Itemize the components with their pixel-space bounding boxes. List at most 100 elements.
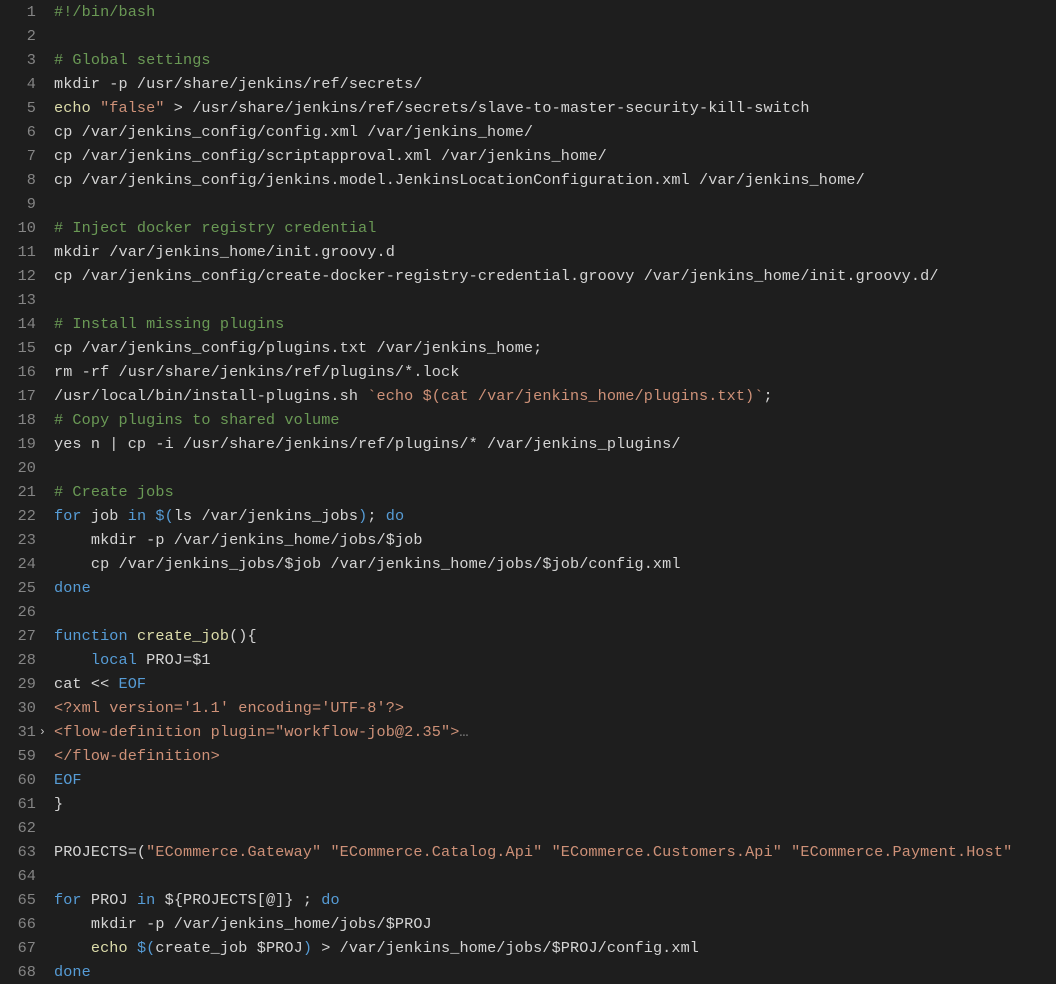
code-line[interactable]: echo $(create_job $PROJ) > /var/jenkins_… xyxy=(54,936,1056,960)
code-token: for xyxy=(54,891,82,909)
line-number: 3 xyxy=(0,48,36,72)
code-token: cp /var/jenkins_config/scriptapproval.xm… xyxy=(54,147,607,165)
line-number: 24 xyxy=(0,552,36,576)
code-line[interactable]: # Copy plugins to shared volume xyxy=(54,408,1056,432)
code-token: #!/bin/bash xyxy=(54,3,155,21)
code-line[interactable]: mkdir -p /var/jenkins_home/jobs/$PROJ xyxy=(54,912,1056,936)
code-token: # Create jobs xyxy=(54,483,174,501)
code-token: echo xyxy=(54,99,91,117)
code-line[interactable] xyxy=(54,288,1056,312)
code-line[interactable]: #!/bin/bash xyxy=(54,0,1056,24)
code-token: cp /var/jenkins_config/create-docker-reg… xyxy=(54,267,939,285)
code-token: (){ xyxy=(229,627,257,645)
code-line[interactable] xyxy=(54,816,1056,840)
line-number: 23 xyxy=(0,528,36,552)
line-number: 65 xyxy=(0,888,36,912)
code-line[interactable]: EOF xyxy=(54,768,1056,792)
line-number: 4 xyxy=(0,72,36,96)
fold-arrow-icon[interactable]: › xyxy=(39,720,46,744)
line-number: 9 xyxy=(0,192,36,216)
line-number: 26 xyxy=(0,600,36,624)
code-line[interactable]: mkdir -p /usr/share/jenkins/ref/secrets/ xyxy=(54,72,1056,96)
code-line[interactable]: done xyxy=(54,576,1056,600)
code-token: # Install missing plugins xyxy=(54,315,284,333)
code-token: cat << xyxy=(54,675,119,693)
code-area[interactable]: #!/bin/bash # Global settings mkdir -p /us… xyxy=(44,0,1056,984)
code-line[interactable]: for PROJ in ${PROJECTS[@]} ; do xyxy=(54,888,1056,912)
code-token: mkdir -p /var/jenkins_home/jobs/$PROJ xyxy=(54,915,432,933)
code-line[interactable]: /usr/local/bin/install-plugins.sh `echo … xyxy=(54,384,1056,408)
line-number: 30 xyxy=(0,696,36,720)
code-line[interactable] xyxy=(54,864,1056,888)
line-number: 18 xyxy=(0,408,36,432)
code-line[interactable]: # Install missing plugins xyxy=(54,312,1056,336)
code-line[interactable]: cp /var/jenkins_jobs/$job /var/jenkins_h… xyxy=(54,552,1056,576)
code-line[interactable]: # Global settings xyxy=(54,48,1056,72)
code-line[interactable]: cp /var/jenkins_config/scriptapproval.xm… xyxy=(54,144,1056,168)
code-line[interactable]: cp /var/jenkins_config/plugins.txt /var/… xyxy=(54,336,1056,360)
code-token: do xyxy=(321,891,339,909)
code-token: # Global settings xyxy=(54,51,211,69)
line-number: 68 xyxy=(0,960,36,984)
line-number: 21 xyxy=(0,480,36,504)
code-token: > /usr/share/jenkins/ref/secrets/slave-t… xyxy=(165,99,810,117)
code-token xyxy=(91,99,100,117)
code-token: rm -rf /usr/share/jenkins/ref/plugins/*.… xyxy=(54,363,459,381)
code-token: /usr/local/bin/install-plugins.sh xyxy=(54,387,367,405)
code-token xyxy=(54,651,91,669)
code-line[interactable]: # Create jobs xyxy=(54,480,1056,504)
code-line[interactable]: cp /var/jenkins_config/jenkins.model.Jen… xyxy=(54,168,1056,192)
code-token: EOF xyxy=(119,675,147,693)
code-token: "ECommerce.Payment.Host" xyxy=(791,843,1012,861)
line-number: 61 xyxy=(0,792,36,816)
code-token: # Inject docker registry credential xyxy=(54,219,377,237)
code-line[interactable]: for job in $(ls /var/jenkins_jobs); do xyxy=(54,504,1056,528)
line-number: 31 xyxy=(0,720,36,744)
code-token: create_job $PROJ xyxy=(155,939,302,957)
code-token: do xyxy=(386,507,404,525)
code-token: create_job xyxy=(137,627,229,645)
code-line[interactable]: done xyxy=(54,960,1056,984)
code-token: mkdir -p /usr/share/jenkins/ref/secrets/ xyxy=(54,75,423,93)
code-line[interactable] xyxy=(54,600,1056,624)
code-token: for xyxy=(54,507,82,525)
code-line[interactable] xyxy=(54,456,1056,480)
line-number: 63 xyxy=(0,840,36,864)
code-line[interactable]: mkdir /var/jenkins_home/init.groovy.d xyxy=(54,240,1056,264)
code-line[interactable]: rm -rf /usr/share/jenkins/ref/plugins/*.… xyxy=(54,360,1056,384)
line-number: 10 xyxy=(0,216,36,240)
code-token: mkdir -p /var/jenkins_home/jobs/$job xyxy=(54,531,423,549)
code-token: … xyxy=(459,723,468,741)
code-token: `echo $(cat /var/jenkins_home/plugins.tx… xyxy=(367,387,763,405)
code-line[interactable] xyxy=(54,24,1056,48)
line-number: 66 xyxy=(0,912,36,936)
code-token: <flow-definition plugin="workflow-job@2.… xyxy=(54,723,459,741)
code-line[interactable]: } xyxy=(54,792,1056,816)
code-line[interactable]: function create_job(){ xyxy=(54,624,1056,648)
code-line[interactable]: cp /var/jenkins_config/create-docker-reg… xyxy=(54,264,1056,288)
line-number: 62 xyxy=(0,816,36,840)
line-number: 17 xyxy=(0,384,36,408)
code-line[interactable]: <flow-definition plugin="workflow-job@2.… xyxy=(54,720,1056,744)
code-line[interactable]: local PROJ=$1 xyxy=(54,648,1056,672)
code-line[interactable]: mkdir -p /var/jenkins_home/jobs/$job xyxy=(54,528,1056,552)
code-line[interactable] xyxy=(54,192,1056,216)
code-token: <?xml version='1.1' encoding='UTF-8'?> xyxy=(54,699,404,717)
code-line[interactable]: cp /var/jenkins_config/config.xml /var/j… xyxy=(54,120,1056,144)
code-line[interactable]: </flow-definition> xyxy=(54,744,1056,768)
code-line[interactable]: # Inject docker registry credential xyxy=(54,216,1056,240)
code-line[interactable]: PROJECTS=("ECommerce.Gateway" "ECommerce… xyxy=(54,840,1056,864)
line-number: 8 xyxy=(0,168,36,192)
line-number: 16 xyxy=(0,360,36,384)
code-editor[interactable]: 1234567891011121314151617181920212223242… xyxy=(0,0,1056,984)
code-line[interactable]: echo "false" > /usr/share/jenkins/ref/se… xyxy=(54,96,1056,120)
code-token xyxy=(542,843,551,861)
code-token: yes n | cp -i /usr/share/jenkins/ref/plu… xyxy=(54,435,681,453)
code-token: ; xyxy=(367,507,385,525)
code-token: cp /var/jenkins_jobs/$job /var/jenkins_h… xyxy=(54,555,681,573)
code-token xyxy=(128,627,137,645)
line-number: 5 xyxy=(0,96,36,120)
code-line[interactable]: cat << EOF xyxy=(54,672,1056,696)
code-line[interactable]: yes n | cp -i /usr/share/jenkins/ref/plu… xyxy=(54,432,1056,456)
code-line[interactable]: <?xml version='1.1' encoding='UTF-8'?> xyxy=(54,696,1056,720)
